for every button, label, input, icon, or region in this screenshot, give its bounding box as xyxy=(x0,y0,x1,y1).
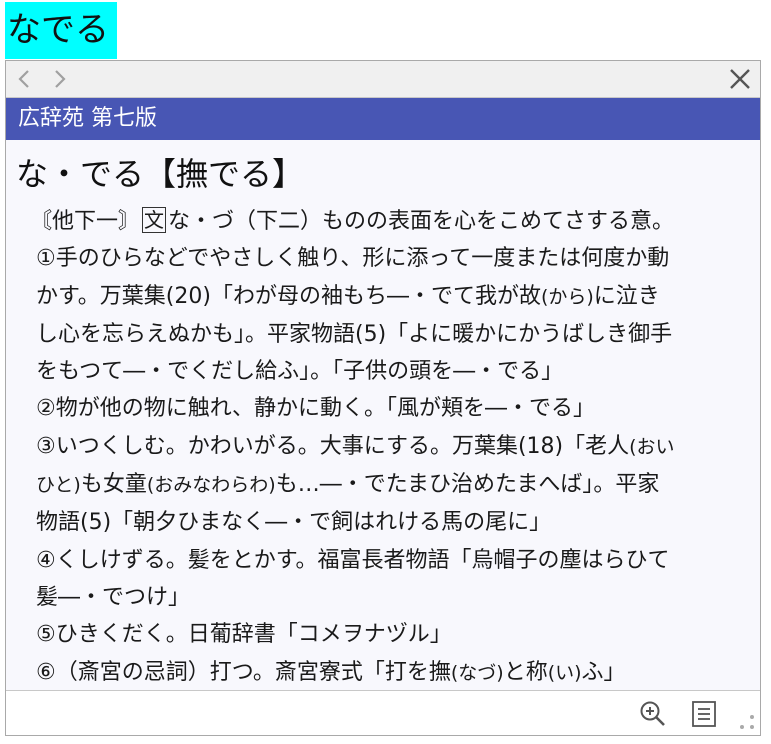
definition-text: に泣き xyxy=(593,283,660,309)
reading-gloss: (おみなわらわ) xyxy=(146,474,276,497)
definition-text: も…―・でたまひ治めたまへば」。平家 xyxy=(275,472,660,498)
reading-gloss: (おい xyxy=(629,435,675,458)
definition-body: 〘他下一〙文な・づ（下二）ものの表面を心をこめてさする意。 ①手のひらなどでやさ… xyxy=(30,203,756,690)
chevron-left-icon xyxy=(18,70,29,88)
back-button[interactable] xyxy=(12,65,38,93)
literary-form-mark: 文 xyxy=(142,207,167,233)
definition-line: ③いつくしむ。かわいがる。大事にする。万葉集(18)「老人(おい xyxy=(36,428,756,466)
definition-line: し心を忘らえぬかも」。平家物語(5)「よに暖かにかうばしき御手 xyxy=(36,321,673,347)
close-button[interactable] xyxy=(726,65,754,93)
definition-line: かす。万葉集(20)「わが母の袖もち―・でて我が故(から)に泣き xyxy=(36,278,756,316)
dictionary-name: 広辞苑 第七版 xyxy=(18,106,157,131)
dictionary-popup: 広辞苑 第七版 な・でる【撫でる】 〘他下一〙文な・づ（下二）ものの表面を心をこ… xyxy=(5,60,761,736)
resize-grip[interactable] xyxy=(736,713,758,733)
chevron-right-icon xyxy=(55,70,66,88)
definition-text: かす。万葉集(20)「わが母の袖もち―・でて我が故 xyxy=(36,283,541,309)
definition-text: と称 xyxy=(503,659,548,685)
entry-content: な・でる【撫でる】 〘他下一〙文な・づ（下二）ものの表面を心をこめてさする意。 … xyxy=(6,140,760,690)
definition-line: ④くしけずる。髪をとかす。福富長者物語「烏帽子の塵はらひて xyxy=(36,547,670,573)
dictionary-title-bar: 広辞苑 第七版 xyxy=(6,98,760,140)
list-icon xyxy=(692,701,716,727)
search-query-highlight: なでる xyxy=(5,2,117,59)
reading-gloss: (から) xyxy=(540,285,594,308)
close-icon xyxy=(730,69,750,89)
definition-line: をもつて―・でくだし給ふ」。「子供の頭を―・でる」 xyxy=(36,359,564,385)
definition-line: ⑤ひきくだく。日葡辞書「コメヲナヅル」 xyxy=(36,622,452,648)
reading-gloss: ひと) xyxy=(36,474,81,497)
popup-footer xyxy=(6,690,760,735)
definition-line: ①手のひらなどでやさしく触り、形に添って一度または何度か動 xyxy=(36,246,670,272)
definition-text: ふ」 xyxy=(581,659,626,685)
resize-grip-icon xyxy=(740,715,754,729)
zoom-button[interactable] xyxy=(638,699,668,729)
forward-button[interactable] xyxy=(46,65,72,93)
reading-gloss: (い) xyxy=(547,661,582,684)
definition-line: ひと)も女童(おみなわらわ)も…―・でたまひ治めたまへば」。平家 xyxy=(36,466,756,504)
menu-button[interactable] xyxy=(689,699,719,729)
query-text: なでる xyxy=(7,10,109,50)
reading-gloss: (なづ) xyxy=(450,661,504,684)
definition-line: 〘他下一〙文な・づ（下二）ものの表面を心をこめてさする意。 xyxy=(30,203,756,240)
definition-line: 物語(5)「朝夕ひまなく―・で飼はれける馬の尾に」 xyxy=(36,510,552,536)
grammar-label: 〘他下一〙 xyxy=(30,209,141,234)
definition-text: ⑥（斎宮の忌詞）打つ。斎宮寮式「打を撫 xyxy=(36,659,451,685)
definition-text: ③いつくしむ。かわいがる。大事にする。万葉集(18)「老人 xyxy=(36,433,630,459)
definition-line: 髪―・でつけ」 xyxy=(36,584,191,610)
definition-text: な・づ（下二）ものの表面を心をこめてさする意。 xyxy=(168,209,675,234)
definition-line: ⑥（斎宮の忌詞）打つ。斎宮寮式「打を撫(なづ)と称(い)ふ」 xyxy=(36,654,756,690)
zoom-in-icon xyxy=(640,701,665,726)
definition-line: ②物が他の物に触れ、静かに動く。「風が頬を―・でる」 xyxy=(36,396,595,422)
popup-toolbar xyxy=(6,61,760,98)
headword: な・でる【撫でる】 xyxy=(16,155,305,193)
definition-text: も女童 xyxy=(80,472,147,498)
